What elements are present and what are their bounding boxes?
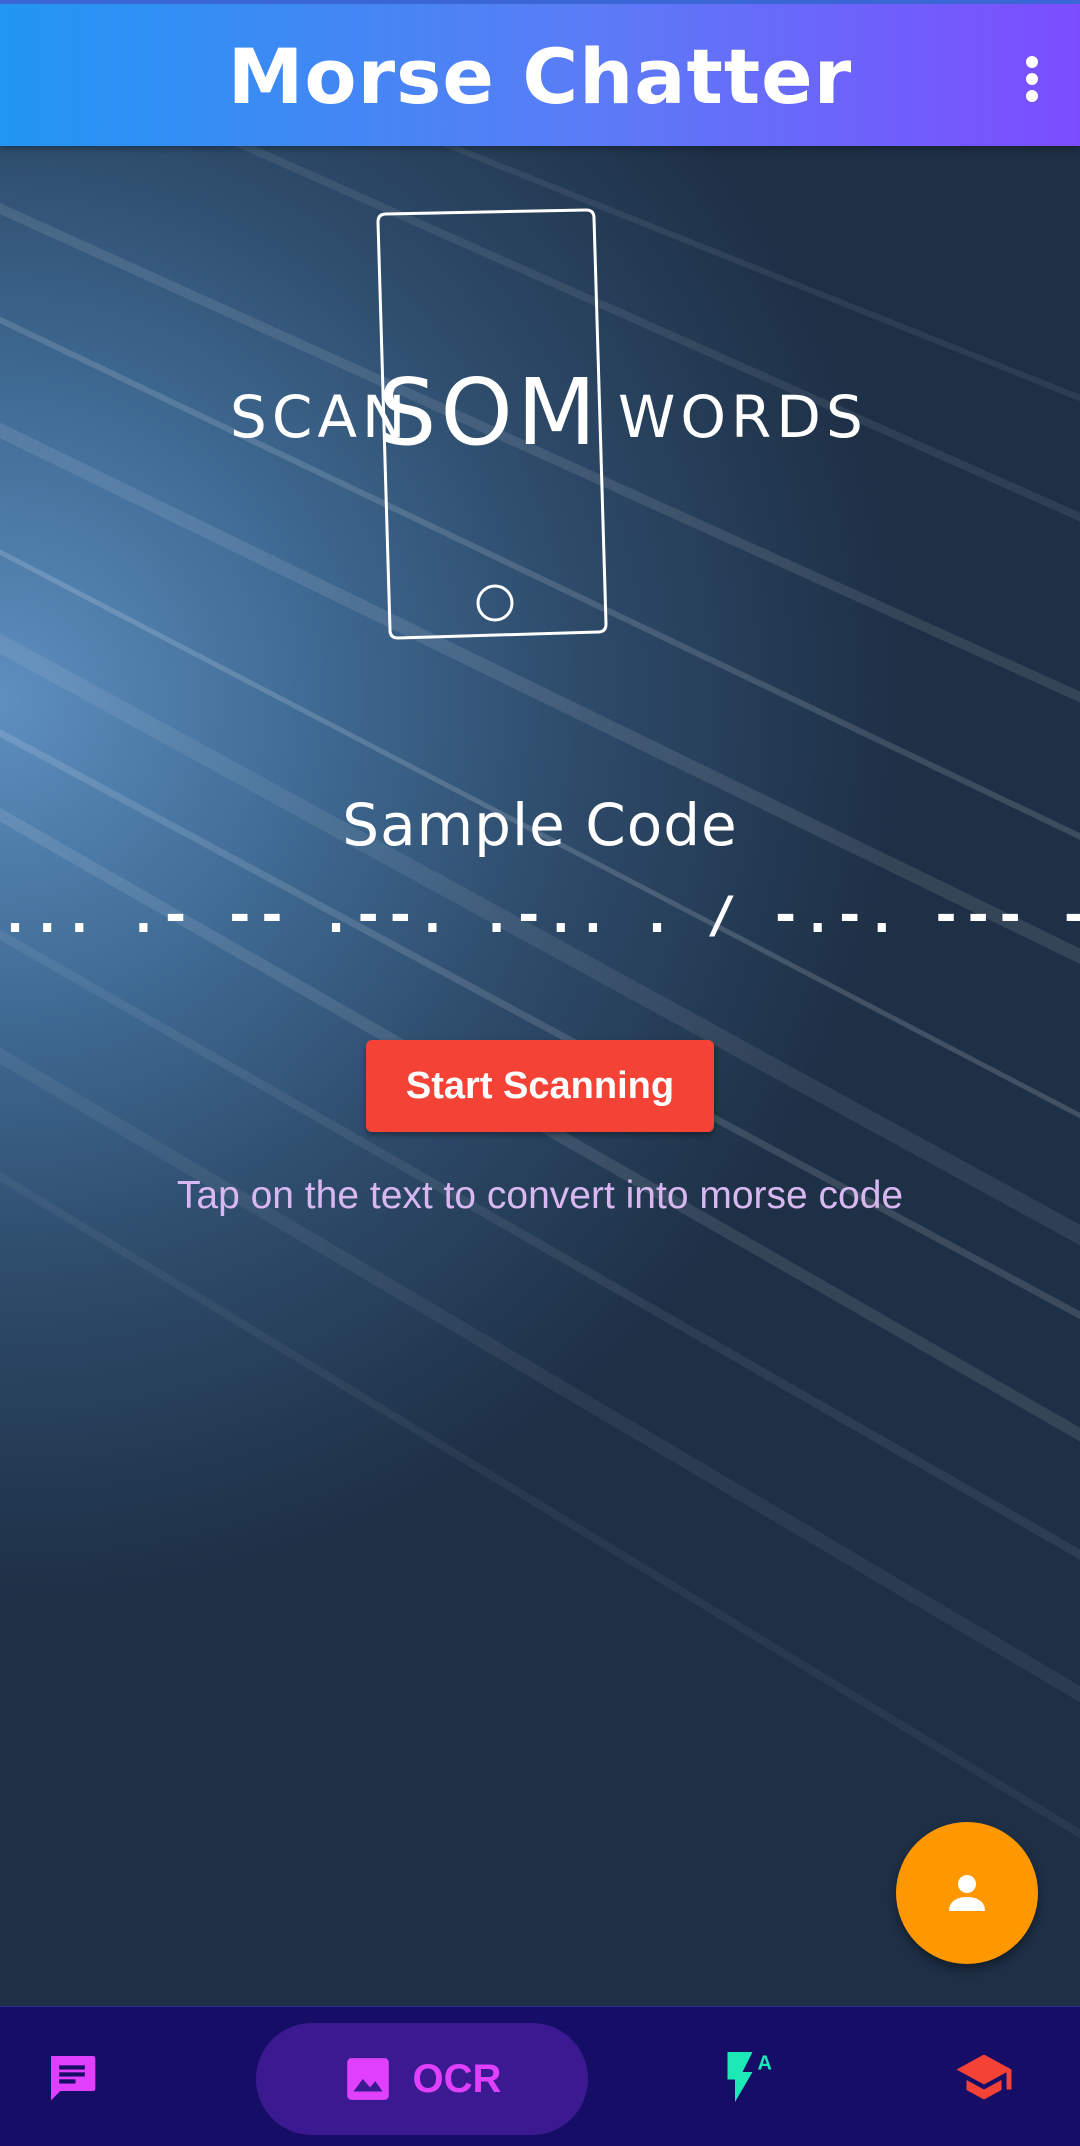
image-icon [346, 2058, 389, 2100]
bottom-navigation: OCR A [0, 2006, 1080, 2146]
screen: Morse Chatter SCAN SOME WORDS Sample Cod… [0, 0, 1080, 2146]
more-vert-icon [1026, 56, 1038, 102]
more-options-button[interactable] [1002, 44, 1062, 114]
sample-code-title: Sample Code [342, 791, 738, 859]
phone-outline-icon [376, 208, 608, 640]
nav-item-flash[interactable]: A [710, 2007, 790, 2146]
start-scanning-button[interactable]: Start Scanning [366, 1040, 714, 1132]
nav-item-learn[interactable] [944, 2007, 1024, 2146]
nav-item-ocr-label: OCR [412, 2056, 502, 2101]
flash-auto-icon: A [727, 2052, 772, 2102]
person-icon [949, 1875, 985, 1911]
app-bar: Morse Chatter [0, 0, 1080, 146]
nav-item-ocr[interactable]: OCR [256, 2023, 588, 2135]
hint-text: Tap on the text to convert into morse co… [176, 1174, 904, 1217]
nav-item-chat[interactable] [28, 2007, 116, 2146]
app-title: Morse Chatter [227, 32, 853, 121]
scan-illustration: SCAN SOME WORDS [200, 200, 880, 660]
profile-fab[interactable] [896, 1822, 1038, 1964]
svg-text:A: A [758, 2053, 772, 2075]
chat-icon [51, 2056, 96, 2101]
school-icon [956, 2054, 1012, 2100]
sample-morse-code: ... .- -- .--. .-.. . / -.-. --- -.. . [0, 886, 1080, 944]
